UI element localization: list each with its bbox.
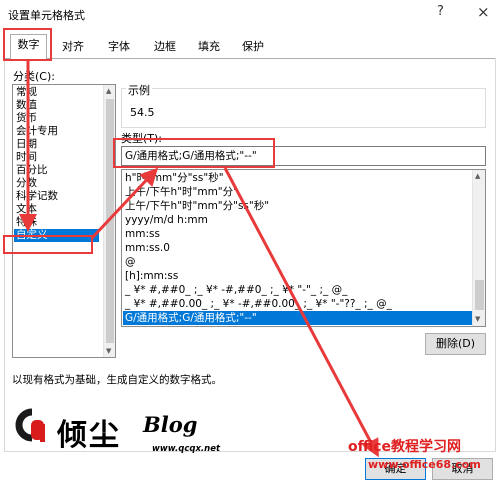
category-list[interactable]: 常规 数值 货币 会计专用 日期 时间 百分比 分数 科学记数 文本 特殊 自定… <box>12 84 116 358</box>
category-item-special[interactable]: 特殊 <box>16 216 37 229</box>
scroll-up-icon[interactable]: ▲ <box>475 172 480 180</box>
watermark-office-url: www.office68.com <box>368 458 481 471</box>
scroll-down-icon[interactable]: ▼ <box>475 315 480 323</box>
category-item-scientific[interactable]: 科学记数 <box>16 190 58 203</box>
tab-protection[interactable]: 保护 <box>234 36 272 58</box>
description-text: 以现有格式为基础，生成自定义的数字格式。 <box>12 374 222 386</box>
category-item-fraction[interactable]: 分数 <box>16 177 37 190</box>
delete-button[interactable]: 删除(D) <box>425 333 486 355</box>
dialog-title: 设置单元格格式 <box>8 9 85 22</box>
category-item-number[interactable]: 数值 <box>16 99 37 112</box>
category-item-general[interactable]: 常规 <box>16 86 37 99</box>
sample-value: 54.5 <box>130 106 155 119</box>
watermark-logo-text: 倾尘 <box>57 418 121 453</box>
format-list[interactable]: h"时"mm"分"ss"秒" 上午/下午h"时"mm"分" 上午/下午h"时"m… <box>121 169 486 327</box>
qc-logo-icon <box>15 408 45 442</box>
format-item[interactable]: @ <box>125 255 136 269</box>
format-scroll-thumb[interactable] <box>475 280 484 310</box>
format-item-selected[interactable]: G/通用格式;G/通用格式;"--" <box>123 311 472 325</box>
format-item[interactable]: 上午/下午h"时"mm"分"ss"秒" <box>125 199 269 213</box>
watermark-url: www.qcqx.net <box>152 444 221 454</box>
scroll-up-icon[interactable]: ▲ <box>106 87 111 95</box>
format-item[interactable]: mm:ss <box>125 227 160 241</box>
format-item[interactable]: h"时"mm"分"ss"秒" <box>125 171 224 185</box>
sample-group <box>121 88 486 128</box>
highlight-type-input <box>113 138 275 168</box>
watermark-office-name: office教程学习网 <box>348 439 462 455</box>
highlight-custom-category <box>3 235 93 254</box>
sample-label: 示例 <box>126 82 152 98</box>
tab-border[interactable]: 边框 <box>146 36 184 58</box>
category-item-currency[interactable]: 货币 <box>16 112 37 125</box>
help-icon[interactable]: ? <box>437 4 444 19</box>
scroll-down-icon[interactable]: ▼ <box>106 347 111 355</box>
format-item[interactable]: yyyy/m/d h:mm <box>125 213 208 227</box>
tab-alignment[interactable]: 对齐 <box>54 36 92 58</box>
category-item-date[interactable]: 日期 <box>16 138 37 151</box>
category-scroll-thumb[interactable] <box>106 99 114 343</box>
format-item[interactable]: _ ¥* #,##0_ ;_ ¥* -#,##0_ ;_ ¥* "-"_ ;_ … <box>125 283 347 297</box>
format-item[interactable]: [h]:mm:ss <box>125 269 178 283</box>
category-item-accounting[interactable]: 会计专用 <box>16 125 58 138</box>
category-label: 分类(C): <box>13 70 55 83</box>
watermark-blog-text: Blog <box>143 412 198 437</box>
category-item-percentage[interactable]: 百分比 <box>16 164 48 177</box>
format-item[interactable]: mm:ss.0 <box>125 241 170 255</box>
format-scrollbar[interactable]: ▲ ▼ <box>472 170 485 326</box>
category-scrollbar[interactable]: ▲ ▼ <box>103 85 115 357</box>
tab-fill[interactable]: 填充 <box>190 36 228 58</box>
category-item-time[interactable]: 时间 <box>16 151 37 164</box>
tab-number[interactable]: 数字 <box>10 34 47 59</box>
tab-font[interactable]: 字体 <box>100 36 138 58</box>
format-item[interactable]: 上午/下午h"时"mm"分" <box>125 185 238 199</box>
format-item[interactable]: _ ¥* #,##0.00_ ;_ ¥* -#,##0.00_ ;_ ¥* "-… <box>125 297 392 311</box>
category-item-text[interactable]: 文本 <box>16 203 37 216</box>
close-icon[interactable]: × <box>477 3 490 21</box>
